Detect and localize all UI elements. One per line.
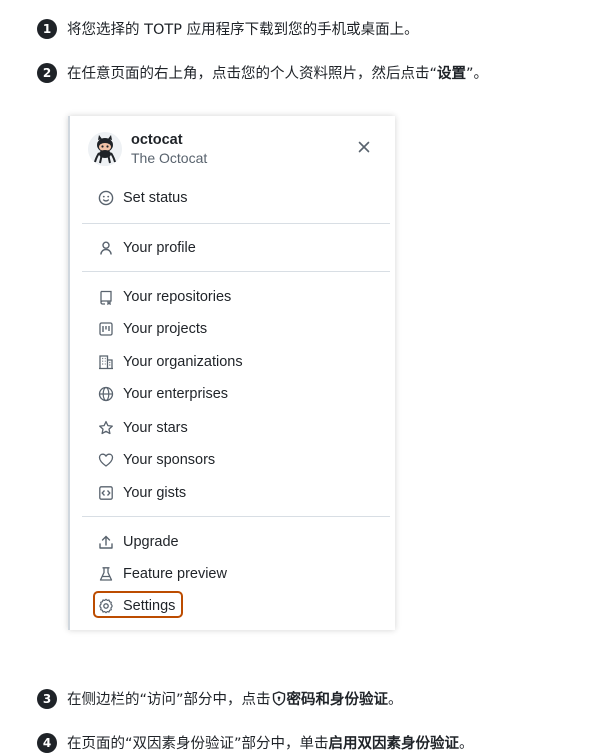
menu-item-your-profile[interactable]: Your profile xyxy=(98,236,196,260)
menu-item-label: Your gists xyxy=(123,485,187,501)
globe-icon xyxy=(98,386,114,402)
menu-item-your-organizations[interactable]: Your organizations xyxy=(98,350,243,374)
upload-icon xyxy=(99,535,113,549)
menu-item-label: Your stars xyxy=(123,420,188,436)
project-icon xyxy=(99,322,113,336)
step-text: 将您选择的 TOTP 应用程序下载到您的手机或桌面上。 xyxy=(67,22,419,38)
step-text-pre: 在侧边栏的“访问”部分中，点击 xyxy=(67,692,271,708)
step-number: 2 xyxy=(37,62,57,83)
step-2: 2 在任意页面的右上角，点击您的个人资料照片，然后点击“ 设置”。 xyxy=(37,62,488,83)
step-text-post: 。 xyxy=(388,692,403,708)
menu-item-your-stars[interactable]: Your stars xyxy=(98,416,188,440)
menu-item-label: Your profile xyxy=(123,240,196,256)
step-number: 4 xyxy=(37,732,57,753)
menu-item-set-status[interactable]: Set status xyxy=(98,186,187,210)
code-square-icon xyxy=(99,486,113,500)
menu-item-settings[interactable]: Settings xyxy=(98,594,175,618)
username: octocat xyxy=(131,132,183,148)
menu-item-label: Your enterprises xyxy=(123,386,229,402)
menu-item-label: Your repositories xyxy=(123,289,232,305)
close-icon[interactable] xyxy=(356,139,372,155)
step-1: 1 将您选择的 TOTP 应用程序下载到您的手机或桌面上。 xyxy=(37,18,419,39)
beaker-icon xyxy=(99,567,113,581)
repo-icon xyxy=(100,290,112,305)
menu-item-upgrade[interactable]: Upgrade xyxy=(98,530,179,554)
divider xyxy=(82,223,390,224)
menu-item-label: Settings xyxy=(123,598,176,614)
step-text-post: 。 xyxy=(459,736,474,752)
profile-menu-screenshot: octocat The Octocat Set status Your prof… xyxy=(68,116,395,630)
menu-header: octocat The Octocat xyxy=(80,130,380,170)
menu-item-label: Upgrade xyxy=(123,534,179,550)
step-text-bold: 设置 xyxy=(437,66,467,82)
menu-item-your-gists[interactable]: Your gists xyxy=(98,481,186,505)
person-icon xyxy=(100,241,112,255)
divider xyxy=(82,516,390,517)
step-text-bold[interactable]: 密码和身份验证 xyxy=(287,688,389,709)
menu-item-label: Your sponsors xyxy=(123,452,216,468)
menu-item-your-projects[interactable]: Your projects xyxy=(98,317,207,341)
gear-icon xyxy=(99,598,113,614)
step-4: 4 在页面的“双因素身份验证”部分中，单击 启用双因素身份验证。 xyxy=(37,732,474,753)
menu-item-label: Set status xyxy=(123,190,188,206)
menu-item-your-repositories[interactable]: Your repositories xyxy=(98,285,231,309)
step-text-pre: 在页面的“双因素身份验证”部分中，单击 xyxy=(67,736,329,752)
menu-item-your-enterprises[interactable]: Your enterprises xyxy=(98,382,228,406)
menu-item-label: Your projects xyxy=(123,321,208,337)
menu-item-label: Your organizations xyxy=(123,354,243,370)
step-text-bold[interactable]: 启用双因素身份验证 xyxy=(329,732,460,753)
step-text-pre: 在任意页面的右上角，点击您的个人资料照片，然后点击“ xyxy=(67,66,438,82)
star-icon xyxy=(99,420,113,435)
avatar xyxy=(88,132,122,166)
step-number: 1 xyxy=(37,18,57,39)
divider xyxy=(82,271,390,272)
menu-item-your-sponsors[interactable]: Your sponsors xyxy=(98,448,215,472)
heart-icon xyxy=(98,453,114,467)
full-name: The Octocat xyxy=(131,150,208,166)
step-text-post: ”。 xyxy=(466,66,489,82)
step-3: 3 在侧边栏的“访问”部分中，点击 密码和身份验证。 xyxy=(37,688,403,709)
step-number: 3 xyxy=(37,688,57,709)
shield-lock-icon xyxy=(272,691,285,706)
organization-icon xyxy=(99,355,113,370)
menu-item-label: Feature preview xyxy=(123,566,227,582)
smiley-icon xyxy=(98,190,114,206)
menu-item-feature-preview[interactable]: Feature preview xyxy=(98,562,227,586)
